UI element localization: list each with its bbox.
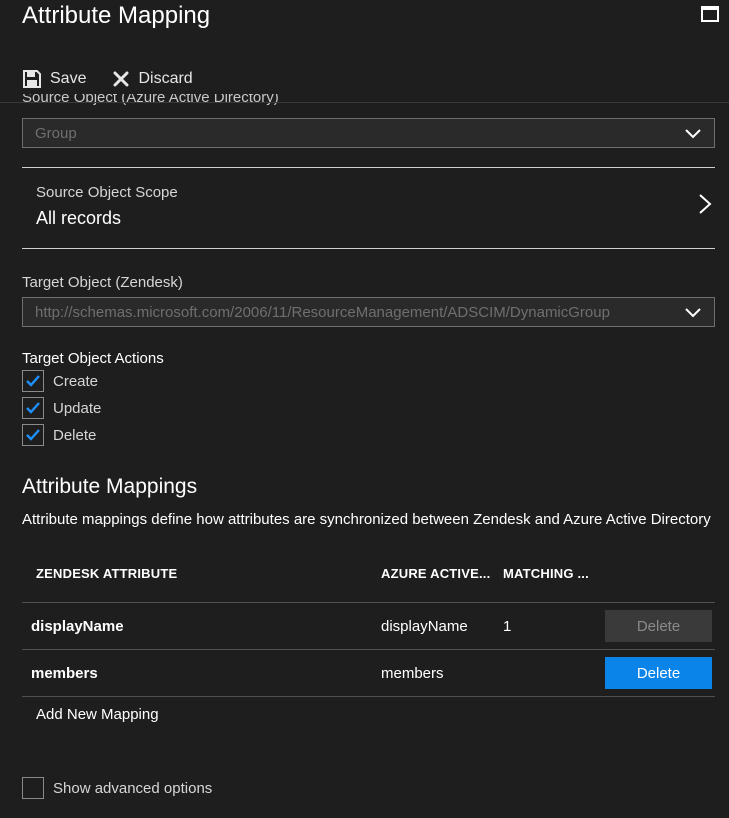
update-checkbox[interactable] (22, 397, 44, 419)
source-object-scope-row[interactable] (22, 168, 715, 248)
target-object-label: Target Object (Zendesk) (22, 274, 183, 291)
discard-button[interactable]: Discard (112, 70, 193, 88)
zendesk-attribute-cell: members (31, 665, 98, 682)
checkmark-icon (26, 375, 40, 387)
azure-attribute-cell: members (381, 665, 444, 682)
advanced-options-checkbox[interactable] (22, 777, 44, 799)
column-header-zendesk[interactable]: ZENDESK ATTRIBUTE (36, 566, 177, 581)
create-label: Create (53, 372, 99, 390)
checkmark-icon (26, 429, 40, 441)
scope-label: Source Object Scope (36, 184, 178, 201)
source-object-value: Group (35, 124, 77, 142)
action-delete[interactable]: Delete (22, 424, 96, 446)
add-new-mapping-link[interactable]: Add New Mapping (36, 706, 159, 723)
action-update[interactable]: Update (22, 397, 101, 419)
divider (22, 248, 715, 249)
action-create[interactable]: Create (22, 370, 98, 392)
source-object-label: Source Object (Azure Active Directory) (22, 94, 279, 106)
delete-label: Delete (53, 426, 97, 444)
azure-attribute-cell: displayName (381, 618, 468, 635)
attribute-mappings-description: Attribute mappings define how attributes… (22, 511, 711, 528)
checkmark-icon (26, 402, 40, 414)
close-icon (113, 71, 129, 87)
save-button[interactable]: Save (22, 69, 86, 89)
column-header-matching[interactable]: MATCHING ... (503, 566, 589, 581)
chevron-down-icon (685, 129, 701, 139)
zendesk-attribute-cell: displayName (31, 618, 124, 635)
advanced-options-label: Show advanced options (53, 779, 213, 797)
attribute-mappings-heading: Attribute Mappings (22, 475, 198, 498)
maximize-icon[interactable] (701, 6, 719, 22)
row-divider (22, 696, 715, 697)
discard-label: Discard (138, 70, 193, 87)
create-checkbox[interactable] (22, 370, 44, 392)
save-label: Save (50, 70, 87, 87)
delete-mapping-button[interactable]: Delete (605, 610, 712, 642)
delete-checkbox[interactable] (22, 424, 44, 446)
toolbar-divider (0, 102, 729, 103)
scope-value: All records (36, 208, 122, 228)
show-advanced-options[interactable]: Show advanced options (22, 777, 212, 799)
target-object-value: http://schemas.microsoft.com/2006/11/Res… (35, 303, 610, 321)
target-object-select[interactable]: http://schemas.microsoft.com/2006/11/Res… (22, 297, 715, 327)
column-header-azure[interactable]: AZURE ACTIVE... (381, 566, 490, 581)
save-icon (23, 70, 41, 88)
toolbar: Save Discard (22, 66, 193, 92)
chevron-right-icon (699, 194, 712, 214)
page-title: Attribute Mapping (22, 2, 211, 29)
delete-mapping-button[interactable]: Delete (605, 657, 712, 689)
matching-cell: 1 (503, 618, 512, 635)
target-object-actions-title: Target Object Actions (22, 350, 164, 367)
source-object-select[interactable]: Group (22, 118, 715, 148)
update-label: Update (53, 399, 102, 417)
chevron-down-icon (685, 308, 701, 318)
